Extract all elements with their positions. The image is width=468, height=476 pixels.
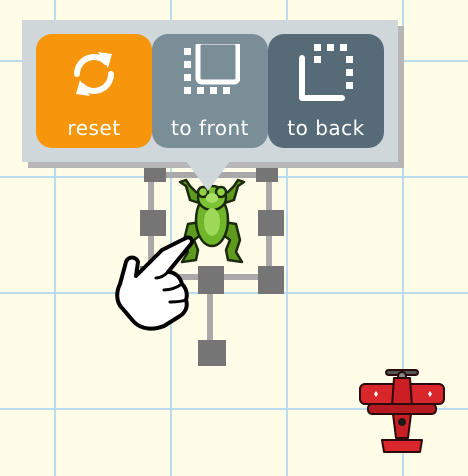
send-to-back-icon	[299, 44, 353, 101]
red-biplane-sprite[interactable]	[358, 366, 446, 458]
to-front-label: to front	[170, 116, 249, 140]
pointer-hand-icon	[115, 235, 195, 331]
resize-handle-right[interactable]	[258, 210, 284, 236]
bring-to-front-icon	[184, 44, 240, 94]
to-back-label: to back	[287, 116, 365, 140]
reset-label: reset	[67, 116, 121, 140]
reset-button[interactable]: reset	[36, 34, 152, 148]
refresh-icon	[74, 52, 114, 96]
resize-handle-bottom[interactable]	[198, 266, 224, 294]
toolbar-pointer	[186, 161, 230, 191]
resize-handle-bottom-right[interactable]	[258, 266, 284, 294]
to-front-button[interactable]: to front	[152, 34, 268, 148]
rotation-handle[interactable]	[198, 340, 226, 366]
to-back-button[interactable]: to back	[268, 34, 384, 148]
stage-canvas[interactable]: reset to front to back	[0, 0, 468, 476]
